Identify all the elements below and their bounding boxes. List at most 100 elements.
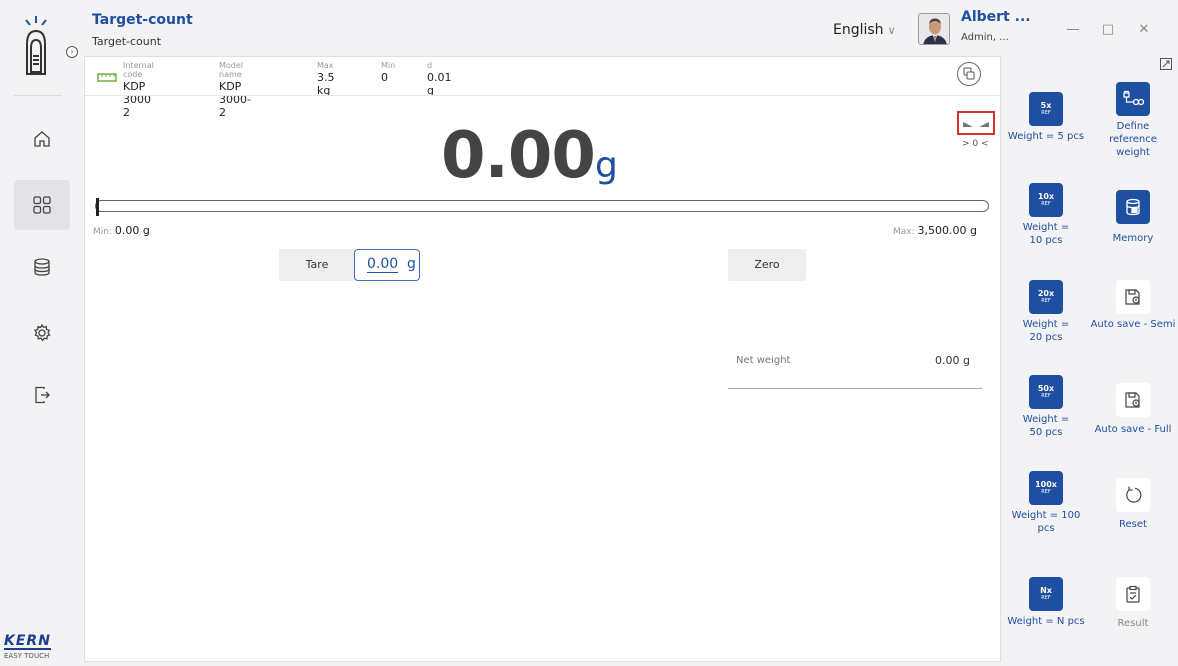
nav-exit[interactable] bbox=[14, 370, 70, 420]
close-button[interactable]: ✕ bbox=[1134, 20, 1154, 40]
memory-button[interactable]: Memory bbox=[1090, 190, 1176, 245]
define-reference-button[interactable]: Define reference weight bbox=[1090, 82, 1176, 159]
max-value: 3.5 kg bbox=[317, 71, 335, 97]
ref-10-label: Weight = 10 pcs bbox=[1022, 222, 1070, 246]
net-weight-divider bbox=[728, 388, 982, 389]
auto-save-full-button[interactable]: Auto save - Full bbox=[1090, 383, 1176, 436]
ref-100-icon: 100x REF bbox=[1029, 471, 1063, 505]
home-icon bbox=[34, 131, 50, 147]
ref-10-button[interactable]: 10x REF Weight = 10 pcs bbox=[1003, 183, 1089, 247]
side-nav: › KERN EASY TOUCH bbox=[0, 0, 78, 666]
nav-home[interactable] bbox=[14, 114, 70, 164]
nav-database[interactable] bbox=[14, 242, 70, 292]
weight-unit: g bbox=[595, 145, 618, 186]
memory-icon bbox=[1116, 190, 1150, 224]
ref-50-label: Weight = 50 pcs bbox=[1022, 414, 1070, 438]
min-capacity: Min 0 bbox=[381, 61, 395, 84]
auto-save-semi-button[interactable]: Auto save - Semi bbox=[1090, 280, 1176, 331]
capacity-bar bbox=[95, 198, 989, 216]
ref-50-icon: 50x REF bbox=[1029, 375, 1063, 409]
min-value: 0 bbox=[381, 71, 388, 84]
model-name: Model name KDP 3000-2 bbox=[219, 61, 251, 119]
internal-code: Internal code KDP 3000 2 bbox=[123, 61, 154, 119]
ref-20-button[interactable]: 20x REF Weight = 20 pcs bbox=[1003, 280, 1089, 344]
nav-settings[interactable] bbox=[14, 308, 70, 358]
internal-code-label: Internal code bbox=[123, 61, 154, 79]
tare-input[interactable]: 0.00 g bbox=[354, 249, 420, 281]
expand-panel-icon[interactable] bbox=[1160, 58, 1172, 70]
model-name-label: Model name bbox=[219, 61, 244, 79]
page-subtitle: Target-count bbox=[92, 35, 162, 48]
bar-max: Max: 3,500.00 g bbox=[893, 224, 977, 237]
exit-icon bbox=[35, 386, 50, 404]
ref-20-icon: 20x REF bbox=[1029, 280, 1063, 314]
copy-icon bbox=[963, 67, 975, 80]
internal-code-value: KDP 3000 2 bbox=[123, 80, 151, 119]
result-icon bbox=[1116, 577, 1150, 611]
define-reference-icon bbox=[1116, 82, 1150, 116]
result-label: Result bbox=[1117, 618, 1149, 629]
language-select[interactable]: English ∨ bbox=[833, 22, 896, 38]
ref-50-button[interactable]: 50x REF Weight = 50 pcs bbox=[1003, 375, 1089, 439]
copy-button[interactable] bbox=[957, 62, 981, 86]
auto-save-full-label: Auto save - Full bbox=[1094, 424, 1172, 435]
maximize-button[interactable]: □ bbox=[1098, 20, 1118, 40]
ref-5-label: Weight = 5 pcs bbox=[1007, 131, 1085, 142]
zero-indicator: > 0 < bbox=[962, 139, 989, 149]
ref-5-icon: 5x REF bbox=[1029, 92, 1063, 126]
chevron-down-icon: ∨ bbox=[887, 24, 896, 37]
net-weight-value: 0.00 g bbox=[935, 354, 970, 367]
brand-subtitle: EASY TOUCH bbox=[4, 652, 50, 660]
bar-min-label: Min: bbox=[93, 227, 113, 237]
user-name[interactable]: Albert ... bbox=[961, 9, 1031, 25]
database-icon bbox=[34, 258, 50, 276]
page-title: Target-count bbox=[92, 12, 193, 28]
ref-100-button[interactable]: 100x REF Weight = 100 pcs bbox=[1003, 471, 1089, 535]
min-label: Min bbox=[381, 61, 396, 70]
tare-value: 0.00 bbox=[367, 256, 399, 273]
expand-nav-button[interactable]: › bbox=[66, 46, 78, 58]
capacity-bar-fill bbox=[96, 198, 99, 216]
reset-label: Reset bbox=[1119, 519, 1147, 530]
stability-indicator bbox=[957, 111, 995, 135]
net-weight-label: Net weight bbox=[736, 355, 791, 366]
max-capacity: Max 3.5 kg bbox=[317, 61, 335, 97]
readability: d 0.01 g bbox=[427, 61, 452, 97]
d-label: d bbox=[427, 61, 433, 70]
stability-icon bbox=[963, 122, 989, 127]
apps-icon bbox=[33, 196, 51, 214]
ref-n-label: Weight = N pcs bbox=[1007, 616, 1085, 627]
tare-unit: g bbox=[407, 256, 416, 272]
nav-apps[interactable] bbox=[14, 180, 70, 230]
scale-logo-icon[interactable] bbox=[18, 14, 54, 82]
ref-5-button[interactable]: 5x REF Weight = 5 pcs bbox=[1003, 92, 1089, 143]
brand-name: KERN bbox=[4, 633, 51, 650]
minimize-button[interactable]: — bbox=[1063, 20, 1083, 40]
bar-min-value: 0.00 g bbox=[114, 224, 150, 237]
model-name-value: KDP 3000-2 bbox=[219, 80, 251, 119]
zero-button[interactable]: Zero bbox=[728, 249, 806, 281]
header-bar: Target-count Target-count English ∨ Alber… bbox=[80, 0, 1178, 56]
ref-100-label: Weight = 100 pcs bbox=[1011, 510, 1081, 534]
app-window: › KERN EASY TOUCH Target-count Target-co… bbox=[0, 0, 1178, 666]
d-value: 0.01 g bbox=[427, 71, 452, 97]
reset-icon bbox=[1116, 478, 1150, 512]
tare-button[interactable]: Tare bbox=[279, 249, 355, 281]
nav-divider bbox=[14, 95, 62, 96]
avatar[interactable] bbox=[918, 13, 950, 45]
language-value: English bbox=[833, 22, 884, 38]
auto-save-semi-label: Auto save - Semi bbox=[1090, 319, 1176, 330]
bar-max-label: Max: bbox=[893, 227, 915, 237]
memory-label: Memory bbox=[1112, 233, 1154, 244]
result-button[interactable]: Result bbox=[1090, 577, 1176, 630]
info-divider bbox=[85, 95, 1002, 96]
max-label: Max bbox=[317, 61, 334, 70]
ref-20-label: Weight = 20 pcs bbox=[1022, 319, 1070, 343]
reset-button[interactable]: Reset bbox=[1090, 478, 1176, 531]
brand-logo: KERN EASY TOUCH bbox=[4, 630, 70, 660]
scale-icon bbox=[97, 73, 117, 82]
gear-icon bbox=[33, 323, 51, 342]
ref-n-button[interactable]: Nx REF Weight = N pcs bbox=[1003, 577, 1089, 628]
ref-10-icon: 10x REF bbox=[1029, 183, 1063, 217]
auto-save-semi-icon bbox=[1116, 280, 1150, 314]
